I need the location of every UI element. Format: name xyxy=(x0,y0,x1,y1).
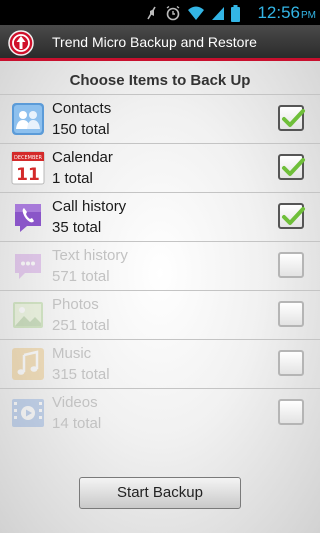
list-item-music: Music 315 total xyxy=(0,339,320,388)
status-icons xyxy=(145,4,240,22)
wifi-icon xyxy=(188,6,204,20)
checkmark-icon xyxy=(282,158,305,176)
music-checkbox xyxy=(278,350,304,376)
clock-ampm: PM xyxy=(301,10,316,21)
list-item-call-history[interactable]: Call history 35 total xyxy=(0,192,320,241)
item-count: 150 total xyxy=(52,121,110,138)
contacts-checkbox[interactable] xyxy=(278,105,305,131)
item-count: 571 total xyxy=(52,268,110,285)
checkmark-icon xyxy=(282,109,305,127)
main-content: Choose Items to Back Up Contacts 150 tot… xyxy=(0,61,320,533)
backup-item-list: Contacts 150 total DECEMBER 11 Calendar … xyxy=(0,94,320,437)
music-icon xyxy=(12,348,44,380)
photos-checkbox xyxy=(278,301,304,327)
list-item-calendar[interactable]: DECEMBER 11 Calendar 1 total xyxy=(0,143,320,192)
clock-time: 12:56 xyxy=(257,3,300,22)
calendar-checkbox[interactable] xyxy=(278,154,305,180)
item-count: 35 total xyxy=(52,219,102,236)
item-label: Contacts xyxy=(52,100,112,117)
photo-icon xyxy=(13,302,43,328)
item-label: Videos xyxy=(52,394,98,411)
page-heading: Choose Items to Back Up xyxy=(69,72,251,89)
app-title: Trend Micro Backup and Restore xyxy=(52,34,257,50)
item-count: 1 total xyxy=(52,170,93,187)
calendar-icon: DECEMBER 11 xyxy=(11,151,45,185)
item-count: 14 total xyxy=(52,415,102,432)
item-label: Text history xyxy=(52,247,128,264)
alarm-icon xyxy=(166,5,180,21)
trend-micro-logo-icon xyxy=(8,30,34,56)
video-icon xyxy=(12,399,44,427)
list-item-contacts[interactable]: Contacts 150 total xyxy=(0,94,320,143)
app-title-bar: Trend Micro Backup and Restore xyxy=(0,25,320,61)
text-history-checkbox xyxy=(278,252,304,278)
item-count: 251 total xyxy=(52,317,110,334)
signal-icon xyxy=(212,7,224,20)
item-count: 315 total xyxy=(52,366,110,383)
battery-icon xyxy=(231,4,240,22)
calendar-icon-day: 11 xyxy=(16,165,40,185)
item-label: Photos xyxy=(52,296,99,313)
status-time: 12:56PM xyxy=(257,3,316,26)
contacts-icon xyxy=(12,103,44,135)
videos-checkbox xyxy=(278,399,304,425)
item-label: Music xyxy=(52,345,92,362)
list-item-videos: Videos 14 total xyxy=(0,388,320,437)
status-bar: 12:56PM xyxy=(0,0,320,25)
calendar-icon-month: DECEMBER xyxy=(14,155,43,161)
call-history-checkbox[interactable] xyxy=(278,203,305,229)
item-label: Calendar xyxy=(52,149,113,166)
mute-icon xyxy=(147,6,156,20)
phone-icon xyxy=(15,204,41,232)
checkmark-icon xyxy=(282,207,305,225)
message-icon xyxy=(15,254,41,279)
list-item-photos: Photos 251 total xyxy=(0,290,320,339)
start-backup-button[interactable]: Start Backup xyxy=(79,477,241,509)
item-label: Call history xyxy=(52,198,127,215)
list-item-text-history: Text history 571 total xyxy=(0,241,320,290)
